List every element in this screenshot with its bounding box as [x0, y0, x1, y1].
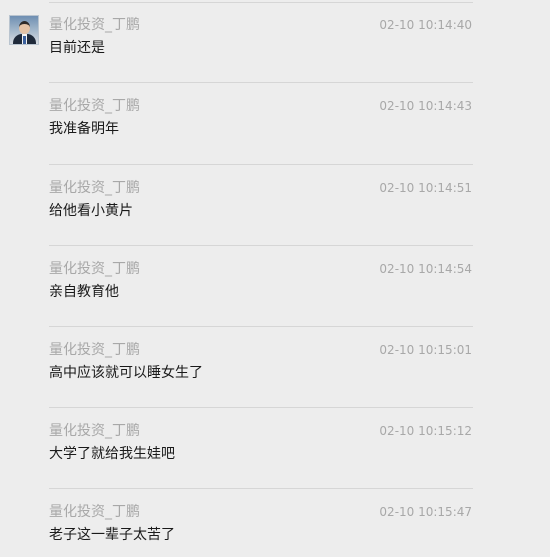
message-text: 高中应该就可以睡女生了	[49, 365, 203, 381]
message-time: 02-10 10:15:01	[379, 343, 472, 357]
message-divider	[49, 82, 473, 83]
chat-log: 量化投资_丁鹏 02-10 10:14:40 目前还是 量化投资_丁鹏 02-1…	[0, 0, 550, 557]
message-time: 02-10 10:14:54	[379, 262, 472, 276]
message-divider	[49, 2, 473, 3]
sender-name[interactable]: 量化投资_丁鹏	[49, 16, 140, 34]
message-time: 02-10 10:15:47	[379, 505, 472, 519]
message-divider	[49, 326, 473, 327]
sender-name[interactable]: 量化投资_丁鹏	[49, 179, 140, 197]
chat-message: 量化投资_丁鹏 02-10 10:14:43 我准备明年	[0, 97, 550, 157]
chat-message: 量化投资_丁鹏 02-10 10:14:54 亲自教育他	[0, 260, 550, 320]
chat-message: 量化投资_丁鹏 02-10 10:15:47 老子这一辈子太苦了	[0, 503, 550, 557]
chat-message: 量化投资_丁鹏 02-10 10:14:40 目前还是	[0, 16, 550, 76]
message-text: 我准备明年	[49, 121, 119, 137]
chat-message: 量化投资_丁鹏 02-10 10:14:51 给他看小黄片	[0, 179, 550, 239]
message-time: 02-10 10:14:40	[379, 18, 472, 32]
message-divider	[49, 164, 473, 165]
sender-name[interactable]: 量化投资_丁鹏	[49, 503, 140, 521]
sender-name[interactable]: 量化投资_丁鹏	[49, 97, 140, 115]
message-divider	[49, 488, 473, 489]
sender-name[interactable]: 量化投资_丁鹏	[49, 341, 140, 359]
message-time: 02-10 10:14:51	[379, 181, 472, 195]
chat-message: 量化投资_丁鹏 02-10 10:15:01 高中应该就可以睡女生了	[0, 341, 550, 401]
message-time: 02-10 10:14:43	[379, 99, 472, 113]
message-divider	[49, 407, 473, 408]
message-time: 02-10 10:15:12	[379, 424, 472, 438]
message-text: 目前还是	[49, 40, 105, 56]
message-text: 大学了就给我生娃吧	[49, 446, 175, 462]
message-text: 老子这一辈子太苦了	[49, 527, 175, 543]
message-text: 亲自教育他	[49, 284, 119, 300]
sender-name[interactable]: 量化投资_丁鹏	[49, 422, 140, 440]
chat-message: 量化投资_丁鹏 02-10 10:15:12 大学了就给我生娃吧	[0, 422, 550, 482]
message-divider	[49, 245, 473, 246]
sender-name[interactable]: 量化投资_丁鹏	[49, 260, 140, 278]
message-text: 给他看小黄片	[49, 203, 133, 219]
